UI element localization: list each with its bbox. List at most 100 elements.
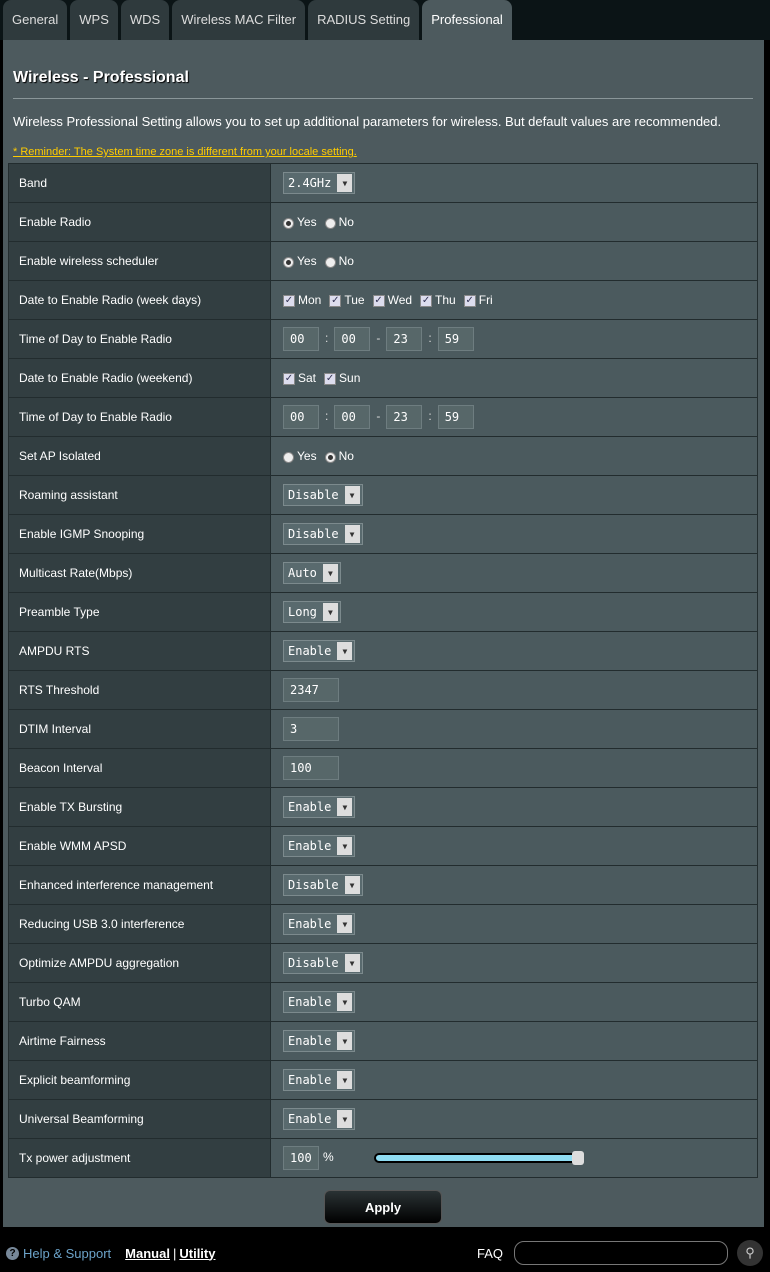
utility-link[interactable]: Utility (179, 1246, 215, 1261)
airtime-fairness-select[interactable]: Enable ▼ (283, 1030, 356, 1052)
settings-row: Preamble Type Long ▼ (8, 592, 758, 632)
set-ap-isolated-radio-yes[interactable]: Yes (283, 449, 317, 463)
divider (13, 98, 753, 99)
search-icon[interactable]: ⚲ (737, 1240, 763, 1266)
day-checkbox-mon[interactable]: ✓ Mon (283, 293, 321, 307)
day-label: Tue (344, 293, 365, 308)
settings-row: Time of Day to Enable Radio 00:00-23:59 (8, 397, 758, 437)
setting-control: Disable ▼ (270, 514, 758, 554)
time-input[interactable]: 00 (283, 327, 319, 351)
setting-label: Universal Beamforming (8, 1099, 271, 1139)
slider-handle[interactable] (571, 1151, 584, 1165)
day-checkbox-sun[interactable]: ✓ Sun (324, 371, 360, 385)
checkbox-icon: ✓ (283, 373, 295, 386)
setting-control: Enable ▼ (270, 1060, 758, 1100)
setting-label: Roaming assistant (8, 475, 271, 515)
chevron-down-icon: ▼ (337, 915, 353, 933)
preamble-type-value: Long (288, 605, 317, 619)
faq-search-input[interactable] (514, 1241, 728, 1265)
settings-row: Time of Day to Enable Radio 00:00-23:59 (8, 319, 758, 359)
help-support-link[interactable]: ? Help & Support (6, 1246, 111, 1261)
chevron-down-icon: ▼ (344, 876, 360, 894)
optimize-ampdu-aggregation-value: Disable (288, 956, 339, 970)
radio-icon (283, 451, 294, 463)
time-input[interactable]: 23 (386, 327, 423, 351)
setting-control: 100% (270, 1138, 758, 1178)
settings-row: Enable TX Bursting Enable ▼ (8, 787, 758, 827)
tab-radius-setting[interactable]: RADIUS Setting (308, 0, 420, 40)
day-label: Thu (435, 293, 456, 308)
settings-row: Roaming assistant Disable ▼ (8, 475, 758, 515)
tx-power-input[interactable]: 100 (283, 1146, 319, 1170)
enable-radio-radio-no[interactable]: No (324, 215, 354, 229)
reducing-usb-3-0-interference-select[interactable]: Enable ▼ (283, 913, 356, 935)
time-separator: : (325, 409, 329, 424)
ampdu-rts-select[interactable]: Enable ▼ (283, 640, 356, 662)
chevron-down-icon: ▼ (337, 798, 353, 816)
enhanced-interference-management-value: Disable (288, 878, 339, 892)
time-input[interactable]: 23 (386, 405, 423, 429)
enable-wireless-scheduler-radio-no[interactable]: No (324, 254, 354, 268)
setting-label: Date to Enable Radio (weekend) (8, 358, 271, 398)
time-input[interactable]: 00 (334, 327, 371, 351)
universal-beamforming-value: Enable (288, 1112, 332, 1126)
setting-label: AMPDU RTS (8, 631, 271, 671)
turbo-qam-value: Enable (288, 995, 332, 1009)
tab-professional[interactable]: Professional (422, 0, 512, 40)
time-input[interactable]: 00 (334, 405, 371, 429)
time-input[interactable]: 59 (437, 327, 474, 351)
day-checkbox-sat[interactable]: ✓ Sat (283, 371, 316, 385)
enable-wmm-apsd-value: Enable (288, 839, 332, 853)
setting-label: RTS Threshold (8, 670, 271, 710)
day-checkbox-wed[interactable]: ✓ Wed (372, 293, 412, 307)
day-checkbox-fri[interactable]: ✓ Fri (463, 293, 493, 307)
explicit-beamforming-select[interactable]: Enable ▼ (283, 1069, 356, 1091)
roaming-assistant-select[interactable]: Disable ▼ (283, 484, 363, 506)
enhanced-interference-management-select[interactable]: Disable ▼ (283, 874, 363, 896)
tab-wireless-mac-filter[interactable]: Wireless MAC Filter (172, 0, 306, 40)
page-title: Wireless - Professional (13, 69, 189, 86)
apply-button[interactable]: Apply (324, 1190, 442, 1224)
manual-link[interactable]: Manual (125, 1246, 170, 1261)
tab-wds[interactable]: WDS (120, 0, 170, 40)
multicast-rate-mbps-select[interactable]: Auto ▼ (283, 562, 341, 584)
timezone-reminder-link[interactable]: * Reminder: The System time zone is diff… (13, 146, 357, 158)
airtime-fairness-value: Enable (288, 1034, 332, 1048)
setting-control: Enable ▼ (270, 631, 758, 671)
settings-row: Enable WMM APSD Enable ▼ (8, 826, 758, 866)
preamble-type-select[interactable]: Long ▼ (283, 601, 341, 623)
day-label: Sat (298, 371, 317, 386)
settings-row: Date to Enable Radio (weekend) ✓ Sat ✓ Sun (8, 358, 758, 398)
rts-threshold-input[interactable]: 2347 (283, 678, 339, 702)
checkbox-icon: ✓ (420, 295, 433, 308)
tx-power-slider[interactable] (373, 1151, 584, 1165)
setting-control: 100 (270, 748, 758, 788)
enable-radio-radio-yes[interactable]: Yes (283, 215, 317, 229)
enable-wmm-apsd-select[interactable]: Enable ▼ (283, 835, 356, 857)
beacon-interval-input[interactable]: 100 (283, 756, 339, 780)
setting-label: Reducing USB 3.0 interference (8, 904, 271, 944)
day-checkbox-tue[interactable]: ✓ Tue (329, 293, 365, 308)
enable-tx-bursting-select[interactable]: Enable ▼ (283, 796, 356, 818)
settings-row: Reducing USB 3.0 interference Enable ▼ (8, 904, 758, 944)
tab-wps[interactable]: WPS (70, 0, 118, 40)
setting-label: Band (8, 163, 271, 203)
chevron-down-icon: ▼ (322, 564, 338, 582)
band-select[interactable]: 2.4GHz ▼ (283, 172, 356, 194)
time-input[interactable]: 59 (437, 405, 474, 429)
setting-label: Enable WMM APSD (8, 826, 271, 866)
universal-beamforming-select[interactable]: Enable ▼ (283, 1108, 356, 1130)
enable-igmp-snooping-select[interactable]: Disable ▼ (283, 523, 363, 545)
turbo-qam-select[interactable]: Enable ▼ (283, 991, 356, 1013)
optimize-ampdu-aggregation-select[interactable]: Disable ▼ (283, 952, 363, 974)
chevron-down-icon: ▼ (337, 1071, 353, 1089)
enable-wireless-scheduler-radio-yes[interactable]: Yes (283, 254, 317, 268)
setting-control: Yes No (270, 436, 758, 476)
dtim-interval-input[interactable]: 3 (283, 717, 339, 741)
setting-label: Tx power adjustment (8, 1138, 271, 1178)
tab-general[interactable]: General (3, 0, 68, 40)
time-input[interactable]: 00 (283, 405, 319, 429)
day-checkbox-thu[interactable]: ✓ Thu (420, 293, 456, 307)
set-ap-isolated-radio-no[interactable]: No (324, 449, 354, 463)
radio-label: Yes (297, 215, 317, 230)
